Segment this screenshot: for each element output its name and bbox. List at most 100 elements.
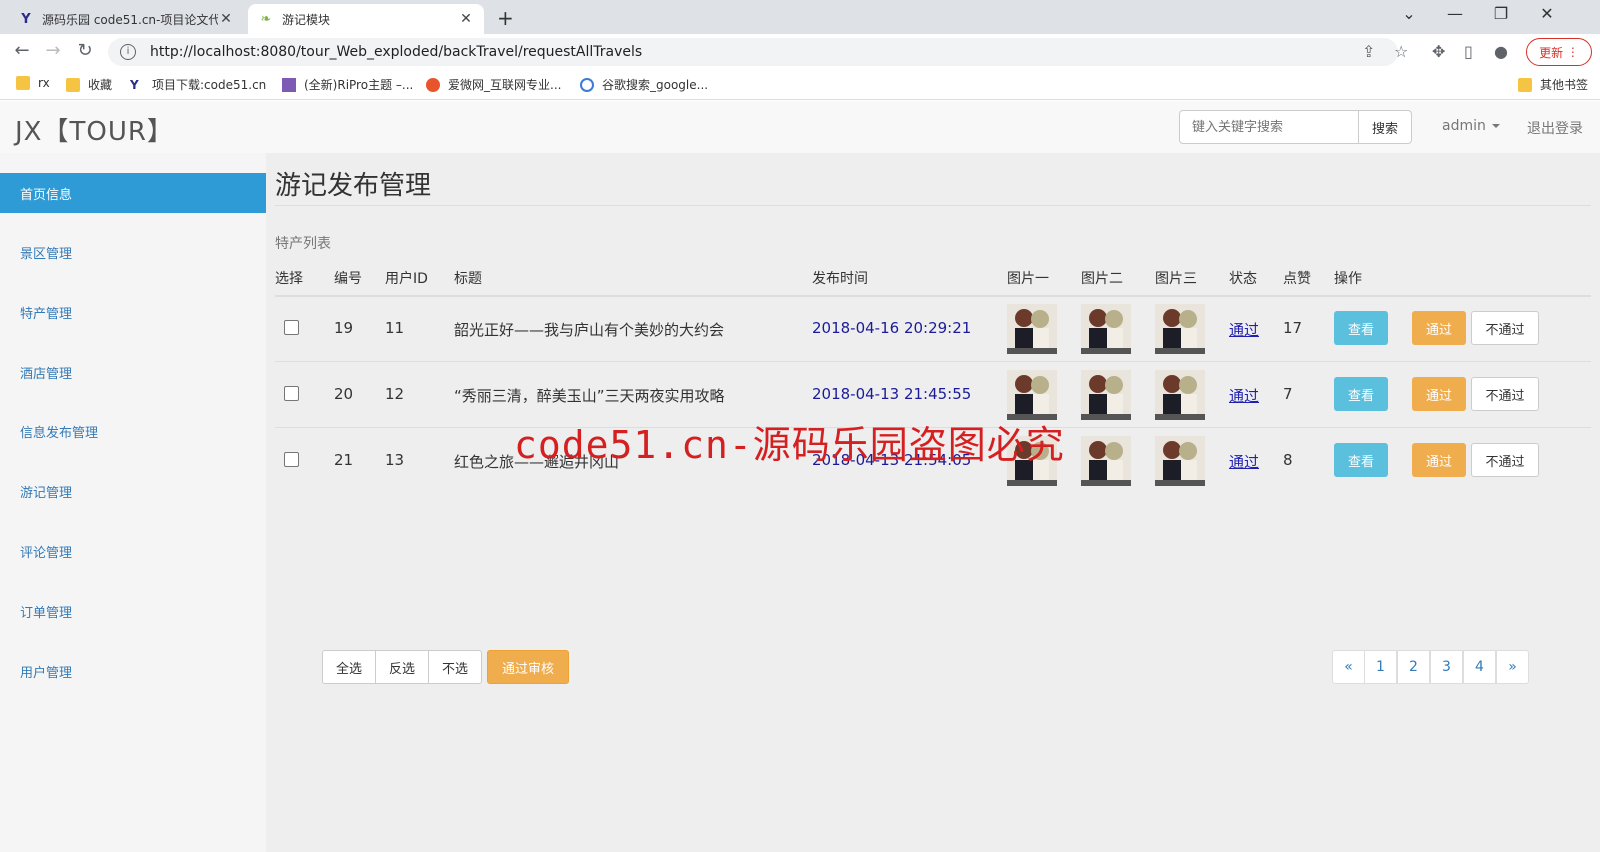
pagination-page-2[interactable]: 2 (1397, 650, 1430, 684)
pagination-page-4[interactable]: 4 (1463, 650, 1496, 684)
close-window-icon[interactable]: ✕ (1524, 4, 1570, 23)
sidebar-item-hotel[interactable]: 酒店管理 (0, 352, 266, 392)
sidebar-item-comments[interactable]: 评论管理 (0, 531, 266, 571)
approve-button[interactable]: 通过 (1412, 443, 1466, 477)
sidebar-item-travelogue[interactable]: 游记管理 (0, 471, 266, 511)
sidebar-item-info-publish[interactable]: 信息发布管理 (0, 411, 266, 451)
logout-link[interactable]: 退出登录 (1527, 118, 1583, 138)
section-label: 特产列表 (275, 236, 331, 252)
sidebar-item-home[interactable]: 首页信息 (0, 173, 266, 213)
main-content: 游记发布管理 特产列表 选择 编号 用户ID 标题 发布时间 图片一 图片二 图… (266, 153, 1600, 852)
pagination-page-1[interactable]: 1 (1364, 650, 1397, 684)
bookmark-google[interactable]: 谷歌搜索_google... (580, 76, 708, 93)
forward-icon[interactable]: → (41, 40, 65, 61)
col-header-id: 编号 (334, 271, 362, 287)
row-user-id: 13 (385, 451, 405, 469)
minimize-icon[interactable]: — (1432, 4, 1478, 23)
pagination-prev[interactable]: « (1332, 650, 1365, 684)
leaf-favicon-icon: ❧ (260, 11, 272, 27)
reject-button[interactable]: 不通过 (1471, 443, 1539, 477)
col-header-image-1: 图片一 (1007, 271, 1049, 287)
bookmark-code51[interactable]: Y 项目下载:code51.cn (130, 76, 266, 93)
bookmark-label: 收藏 (88, 78, 113, 92)
bookmark-label: 爱微网_互联网专业... (448, 78, 562, 92)
reject-button[interactable]: 不通过 (1471, 311, 1539, 345)
side-panel-icon[interactable]: ▯ (1464, 42, 1473, 61)
reject-button[interactable]: 不通过 (1471, 377, 1539, 411)
batch-approve-button[interactable]: 通过审核 (487, 650, 569, 684)
row-status-link[interactable]: 通过 (1229, 385, 1259, 406)
back-icon[interactable]: ← (10, 40, 34, 61)
approve-button[interactable]: 通过 (1412, 311, 1466, 345)
row-publish-time: 2018-04-13 21:45:55 (812, 385, 972, 403)
row-checkbox[interactable] (284, 386, 299, 401)
bookmark-label: 项目下载:code51.cn (152, 78, 267, 92)
invert-selection-button[interactable]: 反选 (375, 650, 429, 684)
update-button[interactable]: 更新 ⋮ (1526, 38, 1592, 66)
col-header-image-2: 图片二 (1081, 271, 1123, 287)
folder-icon (16, 76, 30, 90)
row-checkbox[interactable] (284, 452, 299, 467)
thumbnail-image-1 (1007, 370, 1057, 420)
bookmark-ripro[interactable]: (全新)RiPro主题 –... (282, 76, 413, 93)
col-header-user-id: 用户ID (385, 271, 428, 287)
view-button[interactable]: 查看 (1334, 443, 1388, 477)
col-header-likes: 点赞 (1283, 271, 1311, 287)
pagination-page-3[interactable]: 3 (1430, 650, 1463, 684)
user-name: admin (1442, 118, 1486, 134)
thumbnail-image-3 (1155, 436, 1205, 486)
new-tab-icon[interactable]: + (497, 6, 514, 30)
row-likes: 7 (1283, 385, 1293, 403)
url-omnibox[interactable]: i http://localhost:8080/tour_Web_explode… (108, 38, 1398, 66)
search-button[interactable]: 搜索 (1358, 110, 1412, 144)
caret-down-icon (1491, 124, 1500, 128)
bookmark-aiwei[interactable]: 爱微网_互联网专业... (426, 76, 561, 93)
sidebar-item-users[interactable]: 用户管理 (0, 651, 266, 691)
sidebar-item-specialty[interactable]: 特产管理 (0, 292, 266, 332)
view-button[interactable]: 查看 (1334, 311, 1388, 345)
col-header-publish-time: 发布时间 (812, 271, 868, 287)
share-icon[interactable]: ⇪ (1362, 42, 1375, 61)
thumbnail-image-3 (1155, 370, 1205, 420)
select-none-button[interactable]: 不选 (428, 650, 482, 684)
brand-logo[interactable]: JX【TOUR】 (15, 111, 174, 148)
extensions-icon[interactable]: ✥ (1432, 42, 1445, 61)
row-checkbox[interactable] (284, 320, 299, 335)
restore-icon[interactable]: ❐ (1478, 4, 1524, 23)
browser-tab-bar: Y 源码乐园 code51.cn-项目论文代 ✕ ❧ 游记模块 ✕ + ⌄ — … (0, 0, 1600, 34)
bookmark-label: 谷歌搜索_google... (602, 78, 709, 92)
other-bookmarks[interactable]: 其他书签 (1518, 76, 1588, 93)
col-header-actions: 操作 (1334, 271, 1362, 287)
browser-tab-travel[interactable]: ❧ 游记模块 ✕ (248, 4, 484, 34)
reload-icon[interactable]: ↻ (73, 40, 97, 61)
close-tab-icon[interactable]: ✕ (458, 11, 474, 27)
row-publish-time: 2018-04-16 20:29:21 (812, 319, 972, 337)
watermark-text: code51.cn-源码乐园盗图必究 (514, 423, 1065, 467)
thumbnail-image-1 (1007, 304, 1057, 354)
sidebar: 首页信息 景区管理 特产管理 酒店管理 信息发布管理 游记管理 评论管理 订单管… (0, 153, 266, 852)
row-status-link[interactable]: 通过 (1229, 451, 1259, 472)
select-all-button[interactable]: 全选 (322, 650, 376, 684)
view-button[interactable]: 查看 (1334, 377, 1388, 411)
address-bar: ← → ↻ i http://localhost:8080/tour_Web_e… (0, 34, 1600, 70)
pagination-next[interactable]: » (1496, 650, 1529, 684)
bookmark-label: 其他书签 (1540, 78, 1589, 92)
sidebar-item-scenic[interactable]: 景区管理 (0, 232, 266, 272)
search-input[interactable] (1179, 110, 1359, 144)
sidebar-item-orders[interactable]: 订单管理 (0, 591, 266, 631)
site-info-icon[interactable]: i (120, 44, 136, 60)
bookmark-favorites[interactable]: 收藏 (66, 76, 112, 93)
row-status-link[interactable]: 通过 (1229, 319, 1259, 340)
profile-avatar-icon[interactable]: ● (1494, 42, 1508, 61)
col-header-select: 选择 (275, 271, 303, 287)
tab-title: 源码乐园 code51.cn-项目论文代 (42, 12, 218, 27)
ripro-favicon-icon (282, 77, 296, 92)
user-dropdown[interactable]: admin (1442, 118, 1500, 134)
browser-tab-code51[interactable]: Y 源码乐园 code51.cn-项目论文代 ✕ (8, 4, 244, 34)
approve-button[interactable]: 通过 (1412, 377, 1466, 411)
bookmark-label: (全新)RiPro主题 –... (304, 78, 414, 92)
bookmark-rx[interactable]: rx (16, 76, 50, 90)
tab-search-chevron-icon[interactable]: ⌄ (1386, 4, 1432, 23)
bookmark-star-icon[interactable]: ☆ (1394, 42, 1408, 61)
close-tab-icon[interactable]: ✕ (218, 11, 234, 27)
